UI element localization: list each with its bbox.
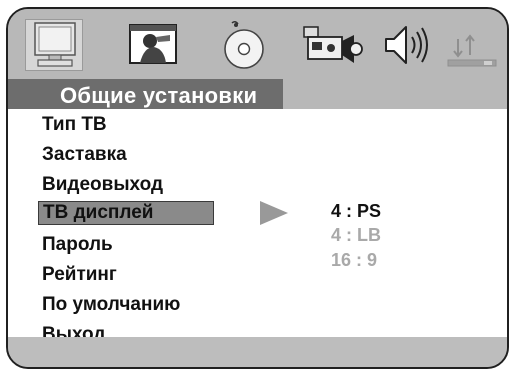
submenu-arrow-icon	[260, 201, 288, 225]
option-16-9[interactable]: 16 : 9	[331, 249, 377, 271]
menu-panel: Тип ТВ Заставка Видеовыход ТВ дисплей Па…	[8, 109, 507, 345]
menu-item-rating[interactable]: Рейтинг	[42, 263, 117, 287]
tv-monitor-icon[interactable]	[30, 17, 80, 71]
menu-item-video-output[interactable]: Видеовыход	[42, 173, 163, 197]
picture-icon[interactable]	[126, 17, 180, 71]
option-4-ps[interactable]: 4 : PS	[331, 200, 381, 222]
setup-menu-window: Общие установки Тип ТВ Заставка Видеовых…	[6, 7, 509, 369]
option-4-lb[interactable]: 4 : LB	[331, 224, 381, 246]
disc-icon[interactable]	[218, 17, 270, 71]
title-bar-filler	[283, 79, 507, 109]
menu-item-default[interactable]: По умолчанию	[42, 293, 180, 317]
speaker-icon[interactable]	[380, 17, 434, 71]
section-title: Общие установки	[60, 83, 258, 108]
menu-item-tv-type[interactable]: Тип ТВ	[42, 113, 107, 137]
preferences-icon[interactable]	[444, 17, 500, 71]
section-title-bar: Общие установки	[8, 79, 283, 109]
status-bar	[8, 337, 507, 367]
video-camera-icon[interactable]	[298, 17, 364, 71]
category-icon-bar	[8, 9, 507, 79]
menu-item-password[interactable]: Пароль	[42, 233, 113, 257]
menu-item-tv-display[interactable]: ТВ дисплей	[38, 201, 214, 225]
menu-item-screensaver[interactable]: Заставка	[42, 143, 127, 167]
